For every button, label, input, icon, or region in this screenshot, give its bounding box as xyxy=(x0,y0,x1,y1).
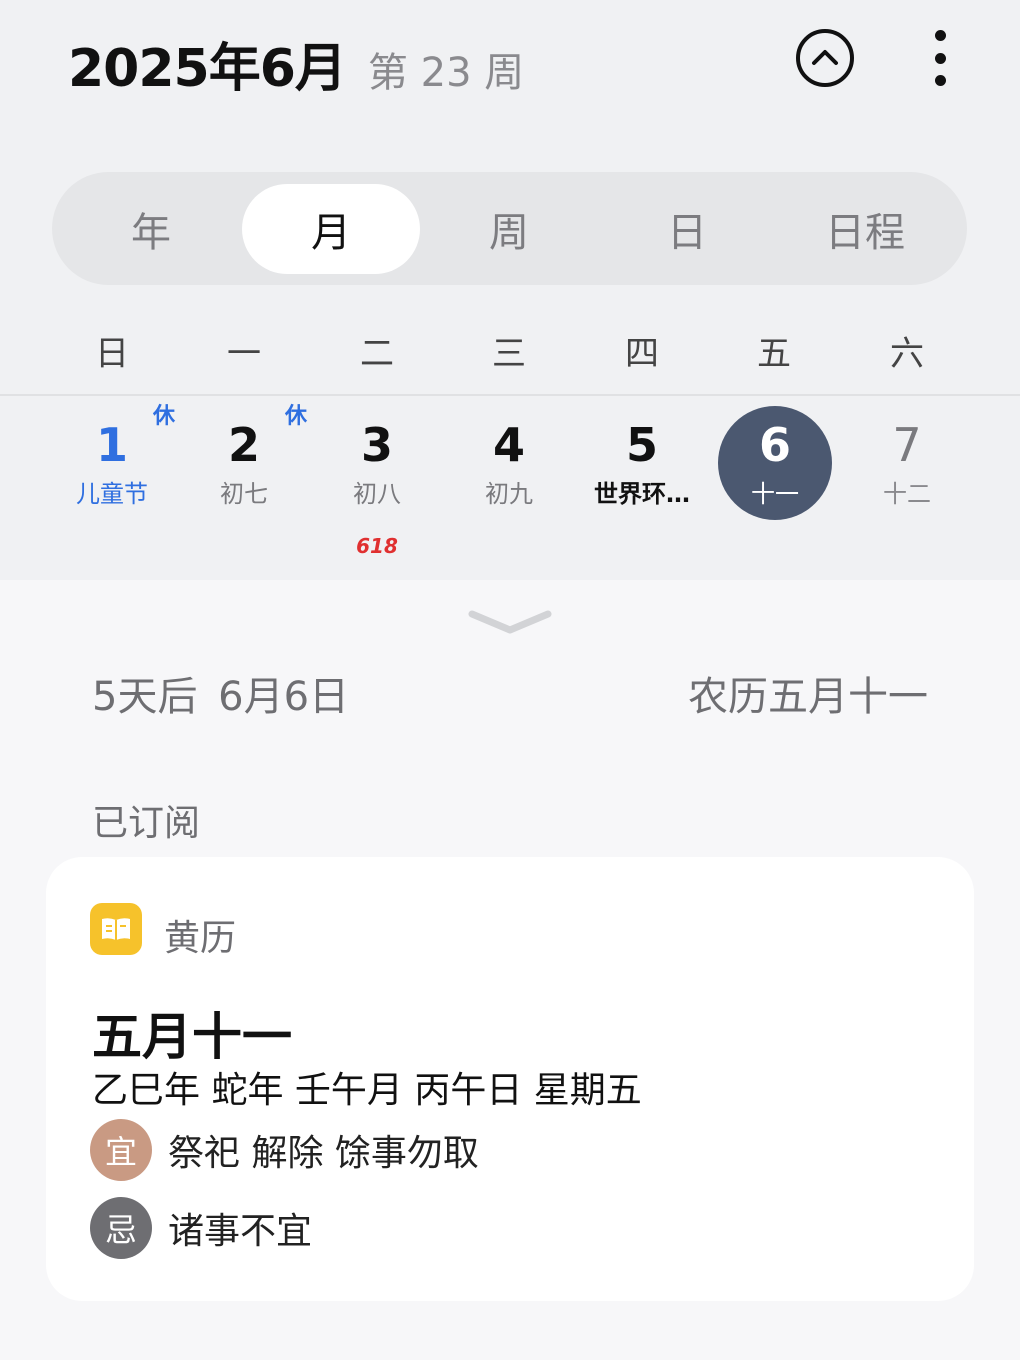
dot xyxy=(934,52,946,64)
ji-badge: 忌 xyxy=(90,1197,152,1259)
tab-month[interactable]: 月 xyxy=(242,184,420,274)
day-cell-5[interactable]: 5 世界环… xyxy=(575,410,709,570)
subscribed-section-label: 已订阅 xyxy=(92,803,201,844)
day-cell-1[interactable]: 休 1 儿童节 xyxy=(45,404,179,570)
day-cell-6[interactable]: 6 十一 xyxy=(708,410,842,570)
expand-handle-icon[interactable] xyxy=(466,606,554,638)
chevron-down-icon xyxy=(468,610,552,634)
weekday-sat: 六 xyxy=(890,334,924,374)
day-subtitle: 十二 xyxy=(883,480,931,508)
book-icon xyxy=(90,903,142,955)
yi-row: 宜 祭祀 解除 馀事勿取 xyxy=(90,1119,479,1181)
day-number: 5 xyxy=(625,418,658,472)
divider xyxy=(0,394,1020,396)
weekday-fri: 五 xyxy=(757,334,791,374)
day-cell-4[interactable]: 4 初九 xyxy=(442,410,576,570)
day-subtitle: 儿童节 xyxy=(76,480,148,508)
calendar-header-area: 2025年6月 第 23 周 年 月 周 日 日程 日 一 二 三 四 五 六 … xyxy=(0,0,1020,580)
day-number: 6 xyxy=(758,418,791,472)
ganzhi-line: 乙巳年 蛇年 壬午月 丙午日 星期五 xyxy=(92,1070,642,1111)
day-cell-3[interactable]: 3 初八 618 xyxy=(310,410,444,570)
tab-week[interactable]: 周 xyxy=(420,184,598,274)
day-number: 1 xyxy=(95,418,128,472)
day-number: 7 xyxy=(892,418,922,472)
ji-row: 忌 诸事不宜 xyxy=(90,1197,312,1259)
countdown-date: 5天后 6月6日 xyxy=(92,674,350,720)
weekday-wed: 三 xyxy=(492,334,526,374)
tab-schedule[interactable]: 日程 xyxy=(776,184,954,274)
dot xyxy=(934,75,946,86)
app-name: 黄历 xyxy=(164,918,237,959)
weekday-mon: 一 xyxy=(227,334,261,374)
almanac-card[interactable]: 黄历 五月十一 乙巳年 蛇年 壬午月 丙午日 星期五 宜 祭祀 解除 馀事勿取 … xyxy=(46,857,974,1301)
weekday-tue: 二 xyxy=(360,334,394,374)
dot xyxy=(934,30,946,41)
chevron-up-circle-icon[interactable] xyxy=(796,29,854,87)
day-subtitle: 初九 xyxy=(485,480,533,508)
ji-text: 诸事不宜 xyxy=(168,1211,313,1252)
day-cell-7[interactable]: 7 十二 xyxy=(840,410,974,570)
day-number: 3 xyxy=(360,418,393,472)
title-bar: 2025年6月 第 23 周 xyxy=(68,26,524,101)
day-subtitle: 初七 xyxy=(220,480,268,508)
view-switcher: 年 月 周 日 日程 xyxy=(52,172,967,285)
day-number: 2 xyxy=(227,418,260,472)
chevron-up-icon xyxy=(812,50,838,65)
yi-text: 祭祀 解除 馀事勿取 xyxy=(168,1133,479,1174)
promo-618-tag: 618 xyxy=(356,534,398,558)
yi-badge: 宜 xyxy=(90,1119,152,1181)
weekday-header: 日 一 二 三 四 五 六 xyxy=(0,326,1020,376)
day-subtitle: 世界环… xyxy=(594,480,690,508)
weekday-sun: 日 xyxy=(95,334,129,374)
almanac-lunar-date: 五月十一 xyxy=(92,1008,292,1066)
day-number: 4 xyxy=(492,418,525,472)
lunar-date: 农历五月十一 xyxy=(688,674,928,720)
day-cell-2[interactable]: 休 2 初七 xyxy=(177,404,311,570)
day-subtitle: 十一 xyxy=(751,480,799,508)
weekday-thu: 四 xyxy=(625,334,659,374)
tab-day[interactable]: 日 xyxy=(598,184,776,274)
day-subtitle: 初八 xyxy=(353,480,401,508)
month-title[interactable]: 2025年6月 xyxy=(68,26,347,101)
tab-year[interactable]: 年 xyxy=(62,184,240,274)
week-number: 第 23 周 xyxy=(367,50,525,96)
more-vertical-icon[interactable] xyxy=(922,30,958,86)
